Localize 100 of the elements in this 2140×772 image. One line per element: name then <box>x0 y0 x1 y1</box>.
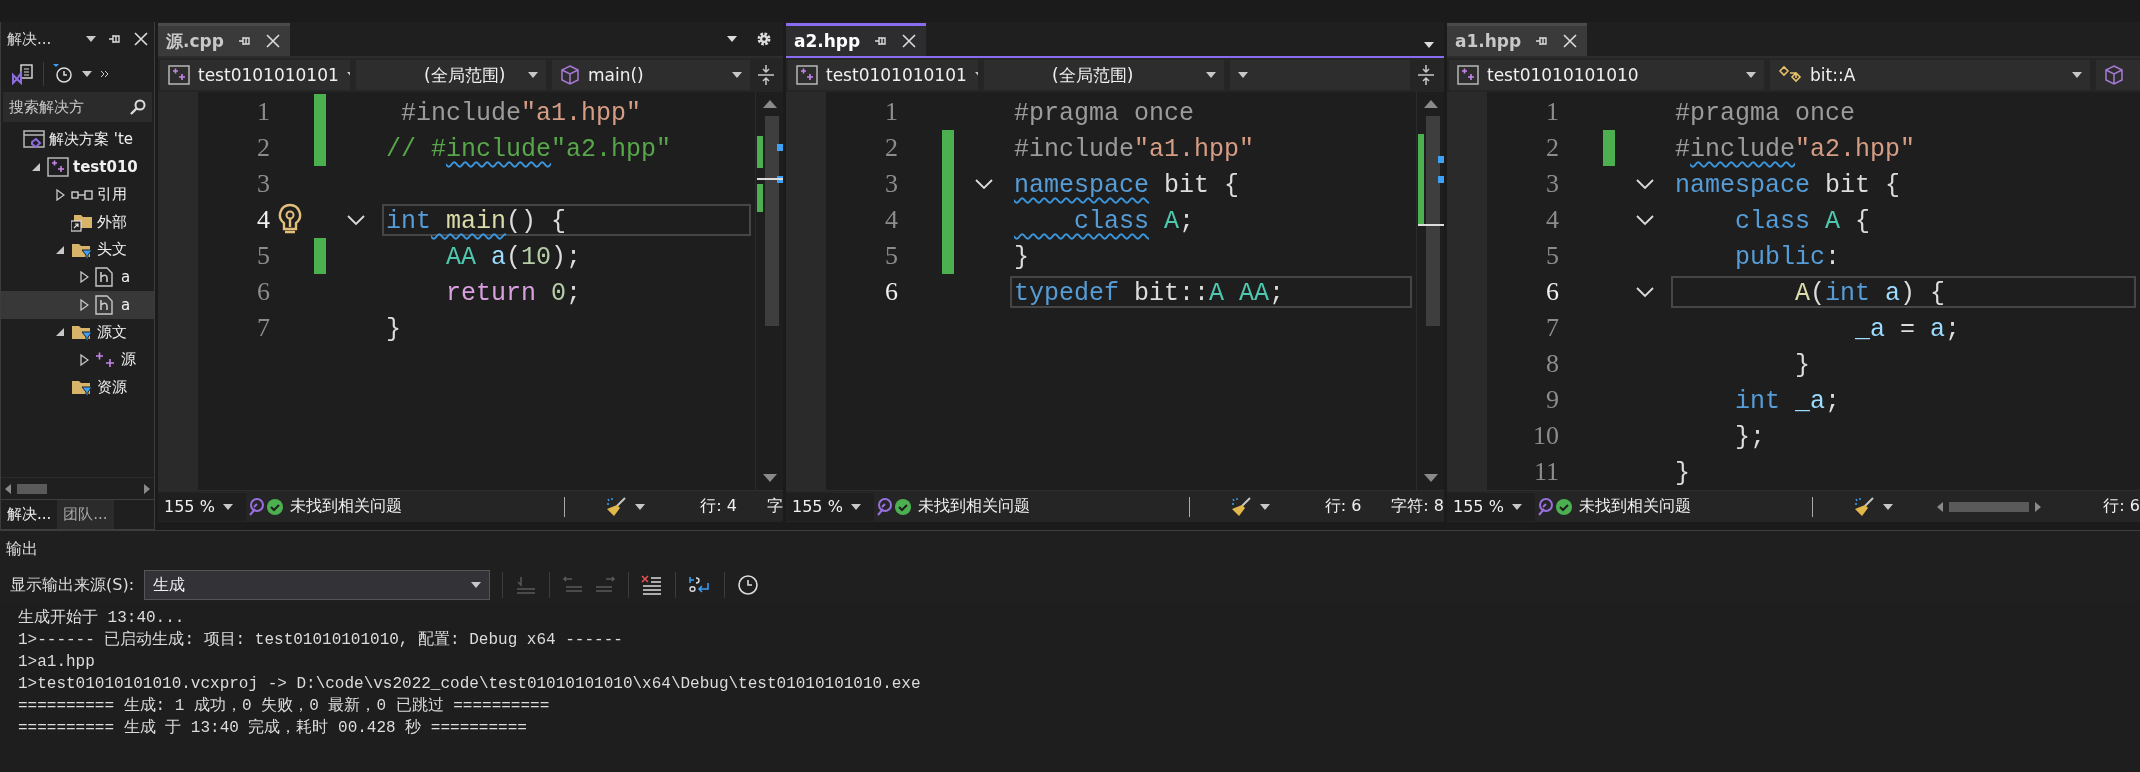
line-status[interactable]: 行: 6 <box>2103 496 2140 517</box>
scroll-thumb[interactable] <box>17 483 47 494</box>
pin-icon[interactable] <box>1535 34 1550 48</box>
pin-icon[interactable] <box>108 32 122 46</box>
tree-item[interactable]: a <box>1 263 154 291</box>
tree-item[interactable]: 源 <box>1 346 154 374</box>
tree-item[interactable]: a <box>1 291 154 319</box>
collapsed-icon[interactable] <box>79 353 89 366</box>
close-icon[interactable] <box>1563 34 1578 48</box>
vs-document-icon[interactable] <box>11 63 35 85</box>
collapse-icon[interactable] <box>1636 178 1654 190</box>
search-icon[interactable] <box>130 99 146 115</box>
project-dropdown[interactable]: test0101010101 <box>788 60 978 90</box>
expanded-icon[interactable] <box>31 162 41 173</box>
line-status[interactable]: 行: 4 <box>700 496 737 517</box>
caret-icon[interactable] <box>1238 72 1248 78</box>
tree-item[interactable]: 外部 <box>1 208 154 236</box>
member-dropdown[interactable] <box>2096 60 2140 90</box>
scope-dropdown[interactable]: (全局范围) <box>984 60 1224 90</box>
zoom-dropdown[interactable]: 155 % <box>786 492 874 521</box>
tree-item[interactable]: 引用 <box>1 181 154 209</box>
caret-icon[interactable] <box>1206 72 1216 78</box>
collapse-icon[interactable] <box>1636 214 1654 226</box>
caret-icon[interactable] <box>471 582 482 588</box>
scroll-up-icon[interactable] <box>762 100 777 108</box>
tree-item[interactable]: test010 <box>1 153 154 181</box>
caret-icon[interactable] <box>528 72 538 78</box>
close-icon[interactable] <box>134 32 148 46</box>
caret-icon[interactable] <box>1424 42 1434 48</box>
history-icon[interactable] <box>52 63 74 85</box>
caret-icon[interactable] <box>2072 72 2082 78</box>
caret-icon[interactable] <box>1259 503 1270 510</box>
vertical-scrollbar[interactable] <box>755 92 783 490</box>
collapse-icon[interactable] <box>975 178 993 190</box>
more-icon[interactable] <box>100 70 110 78</box>
scope-dropdown[interactable]: (全局范围) <box>356 60 546 90</box>
clock-icon[interactable] <box>737 574 760 596</box>
collapsed-icon[interactable] <box>79 271 89 284</box>
pin-icon[interactable] <box>237 34 252 48</box>
collapsed-icon[interactable] <box>55 188 65 201</box>
caret-icon[interactable] <box>222 503 233 510</box>
caret-icon[interactable] <box>1883 503 1894 510</box>
scroll-down-icon[interactable] <box>1423 474 1438 482</box>
collapse-icon[interactable] <box>1636 286 1654 298</box>
expanded-icon[interactable] <box>55 327 65 338</box>
scroll-up-icon[interactable] <box>1423 100 1438 108</box>
split-icon[interactable] <box>756 63 776 87</box>
zoom-dropdown[interactable]: 155 % <box>158 492 246 521</box>
scroll-right-icon[interactable] <box>144 483 150 494</box>
scroll-left-icon[interactable] <box>1937 501 1944 512</box>
caret-icon[interactable] <box>1746 72 1756 78</box>
copilot-icon[interactable] <box>1535 496 1555 517</box>
editor-tab[interactable]: 源.cpp <box>158 23 290 56</box>
project-dropdown[interactable]: test01010101010 <box>1449 60 1764 90</box>
caret-icon[interactable] <box>86 36 96 42</box>
issues-status[interactable]: 未找到相关问题 <box>918 496 1030 517</box>
column-status[interactable]: 字 <box>767 496 783 517</box>
editor-tab[interactable]: a1.hpp <box>1447 23 1588 56</box>
column-status[interactable]: 字符: 8 <box>1391 496 1444 517</box>
clear-icon[interactable] <box>641 575 664 595</box>
tree-item[interactable]: 源文 <box>1 318 154 346</box>
member-dropdown[interactable]: main() <box>552 60 750 90</box>
copilot-icon[interactable] <box>874 496 894 517</box>
scope-dropdown[interactable]: bit::A <box>1770 60 2090 90</box>
expanded-icon[interactable] <box>55 244 65 255</box>
issues-status[interactable]: 未找到相关问题 <box>290 496 402 517</box>
close-icon[interactable] <box>902 34 917 48</box>
output-source-dropdown[interactable]: 生成 <box>144 570 491 600</box>
split-icon[interactable] <box>1416 63 1436 87</box>
caret-icon[interactable] <box>82 71 92 77</box>
scroll-thumb[interactable] <box>764 116 779 326</box>
tree-item[interactable]: 资源 <box>1 373 154 401</box>
tree-item[interactable]: 头文 <box>1 236 154 264</box>
settings-icon[interactable] <box>755 30 773 48</box>
project-dropdown[interactable]: test0101010101 <box>160 60 350 90</box>
scroll-thumb[interactable] <box>1425 116 1440 326</box>
scroll-right-icon[interactable] <box>2035 501 2042 512</box>
brush-icon[interactable] <box>1853 495 1876 518</box>
copilot-icon[interactable] <box>246 496 266 517</box>
brush-icon[interactable] <box>605 495 628 518</box>
vertical-scrollbar[interactable] <box>1416 92 1444 490</box>
caret-icon[interactable] <box>727 36 737 42</box>
collapse-icon[interactable] <box>347 214 365 226</box>
panel-tab[interactable]: 团队... <box>57 500 114 529</box>
caret-icon[interactable] <box>732 72 742 78</box>
brush-icon[interactable] <box>1229 495 1252 518</box>
tree-item[interactable]: 解决方案 'te <box>1 126 154 154</box>
caret-icon[interactable] <box>850 503 861 510</box>
search-field[interactable]: 搜索解决方 <box>3 92 152 122</box>
zoom-dropdown[interactable]: 155 % <box>1447 492 1535 521</box>
scroll-down-icon[interactable] <box>762 474 777 482</box>
caret-icon[interactable] <box>1511 503 1522 510</box>
editor-tab[interactable]: a2.hpp <box>786 23 927 56</box>
issues-status[interactable]: 未找到相关问题 <box>1579 496 1691 517</box>
pin-icon[interactable] <box>874 34 889 48</box>
line-status[interactable]: 行: 6 <box>1324 496 1362 517</box>
collapsed-icon[interactable] <box>79 298 89 311</box>
scroll-left-icon[interactable] <box>5 483 11 494</box>
scroll-thumb[interactable] <box>1949 501 2030 512</box>
close-icon[interactable] <box>265 34 280 48</box>
